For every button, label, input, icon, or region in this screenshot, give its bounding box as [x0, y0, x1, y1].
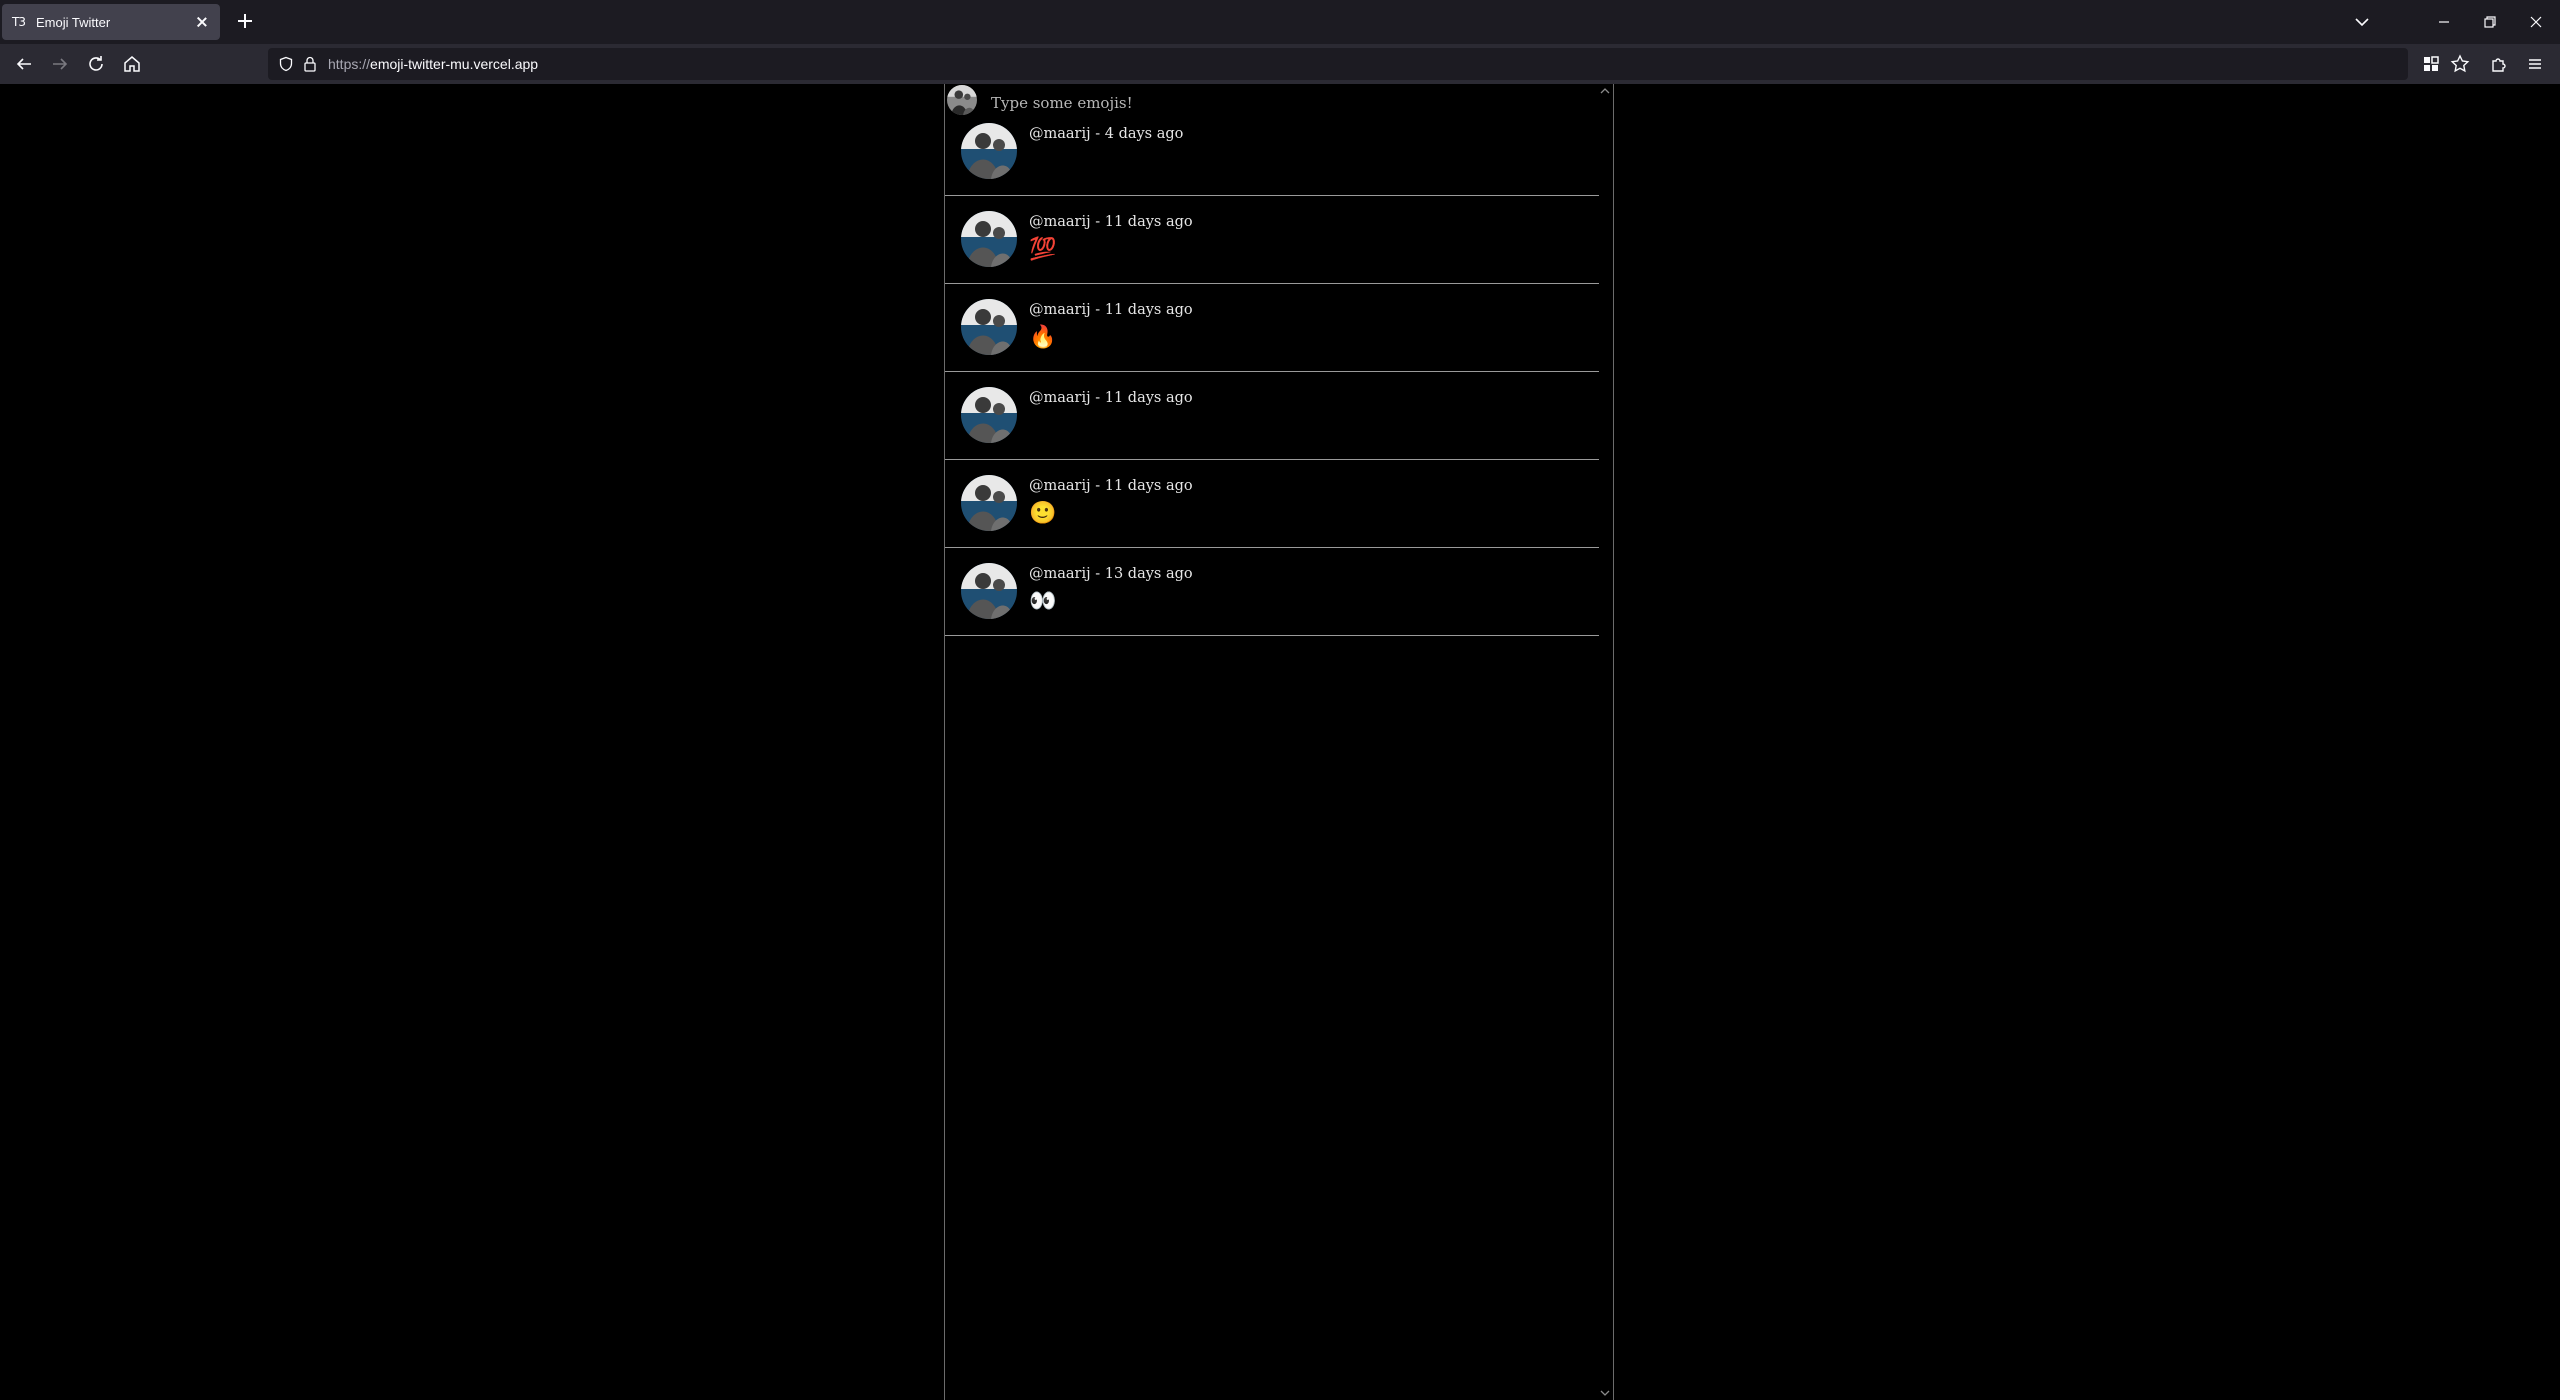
back-button[interactable] — [12, 52, 36, 76]
bookmark-star-button[interactable] — [2448, 52, 2472, 76]
qr-code-button[interactable] — [2419, 52, 2443, 76]
post-meta: @maarij - 11 days ago — [1029, 478, 1193, 494]
post-item: @maarij - 4 days ago 😆 — [945, 108, 1599, 196]
star-icon — [2450, 54, 2470, 73]
scroll-down-arrow-icon[interactable] — [1599, 1388, 1611, 1398]
post-content: 😆 — [1029, 149, 1052, 174]
shield-icon[interactable] — [278, 56, 294, 72]
post-meta: @maarij - 13 days ago — [1029, 566, 1193, 582]
minimize-icon — [2439, 21, 2449, 23]
reload-icon — [89, 56, 103, 71]
post-meta: @maarij - 11 days ago — [1029, 214, 1193, 230]
minimize-button[interactable] — [2432, 10, 2456, 34]
lock-icon[interactable] — [302, 55, 318, 73]
meta-separator: - — [1090, 566, 1105, 582]
avatar[interactable] — [961, 299, 1017, 355]
app-menu-button[interactable] — [2523, 52, 2547, 76]
profile-photo-icon — [961, 563, 1017, 619]
puzzle-icon — [2492, 58, 2506, 72]
meta-separator: - — [1090, 302, 1105, 318]
post-content: 🔥 — [1029, 325, 1057, 350]
post-timestamp: 13 days ago — [1104, 566, 1193, 582]
post-item: @maarij - 11 days ago 🔥 — [945, 284, 1599, 372]
close-icon[interactable] — [194, 14, 210, 30]
post-content: 💯 — [1029, 237, 1057, 262]
post-item: @maarij - 11 days ago 😐 — [945, 372, 1599, 460]
post-item: @maarij - 11 days ago 🙂 — [945, 460, 1599, 548]
navigation-toolbar: https://emoji-twitter-mu.vercel.app — [0, 44, 2560, 84]
profile-photo-icon — [961, 299, 1017, 355]
hamburger-menu-icon — [2529, 59, 2541, 69]
post-timestamp: 11 days ago — [1104, 478, 1193, 494]
profile-photo-icon — [961, 475, 1017, 531]
meta-separator: - — [1090, 478, 1105, 494]
post-timestamp: 4 days ago — [1104, 126, 1184, 142]
post-meta: @maarij - 11 days ago — [1029, 390, 1193, 406]
post-timestamp: 11 days ago — [1104, 302, 1193, 318]
url-scheme: https:// — [328, 56, 371, 72]
close-window-button[interactable] — [2524, 10, 2548, 34]
post-meta: @maarij - 11 days ago — [1029, 302, 1193, 318]
post-item: @maarij - 13 days ago 👀 — [945, 548, 1599, 636]
post-timestamp: 11 days ago — [1104, 390, 1193, 406]
home-button[interactable] — [120, 52, 144, 76]
post-content: 🙂 — [1029, 501, 1057, 526]
post-timestamp: 11 days ago — [1104, 214, 1193, 230]
restore-button[interactable] — [2478, 10, 2502, 34]
tab-title: Emoji Twitter — [36, 14, 111, 30]
avatar[interactable] — [961, 475, 1017, 531]
author-handle[interactable]: @maarij — [1029, 214, 1091, 230]
forward-button[interactable] — [48, 52, 72, 76]
author-handle[interactable]: @maarij — [1029, 566, 1091, 582]
avatar[interactable] — [961, 563, 1017, 619]
address-bar[interactable]: https://emoji-twitter-mu.vercel.app — [268, 48, 2408, 80]
new-tab-button[interactable] — [234, 10, 256, 32]
profile-photo-icon — [961, 123, 1017, 179]
close-window-icon — [2530, 16, 2542, 28]
avatar[interactable] — [961, 387, 1017, 443]
profile-photo-icon — [961, 387, 1017, 443]
reload-button[interactable] — [84, 52, 108, 76]
post-item: @maarij - 11 days ago 💯 — [945, 196, 1599, 284]
url-text[interactable]: https://emoji-twitter-mu.vercel.app — [328, 56, 538, 72]
restore-icon — [2484, 16, 2496, 28]
meta-separator: - — [1090, 390, 1105, 406]
scroll-up-arrow-icon[interactable] — [1599, 86, 1611, 96]
profile-photo-icon — [961, 211, 1017, 267]
post-content: 👀 — [1029, 589, 1057, 614]
meta-separator: - — [1090, 214, 1105, 230]
tab-favicon-icon: T3 — [12, 15, 26, 29]
arrow-left-icon — [16, 58, 31, 70]
avatar[interactable] — [961, 211, 1017, 267]
meta-separator: - — [1090, 126, 1105, 142]
post-content: 😐 — [1029, 413, 1052, 438]
page-viewport: @maarij - 4 days ago 😆 @maarij - 11 days… — [0, 84, 2560, 1400]
chevron-down-icon — [2355, 18, 2369, 27]
feed-column: @maarij - 4 days ago 😆 @maarij - 11 days… — [944, 84, 1614, 1400]
arrow-right-icon — [53, 58, 68, 70]
author-handle[interactable]: @maarij — [1029, 478, 1091, 494]
extensions-button[interactable] — [2487, 52, 2511, 76]
author-handle[interactable]: @maarij — [1029, 302, 1091, 318]
home-icon — [124, 56, 140, 72]
post-meta: @maarij - 4 days ago — [1029, 126, 1183, 142]
author-handle[interactable]: @maarij — [1029, 390, 1091, 406]
browser-tab-strip: T3 Emoji Twitter — [0, 0, 2560, 44]
list-all-tabs-button[interactable] — [2350, 10, 2374, 34]
author-handle[interactable]: @maarij — [1029, 126, 1091, 142]
browser-tab-active[interactable]: T3 Emoji Twitter — [2, 4, 220, 40]
avatar[interactable] — [961, 123, 1017, 179]
qr-code-icon — [2424, 56, 2439, 71]
url-host: emoji-twitter-mu.vercel.app — [370, 56, 539, 72]
